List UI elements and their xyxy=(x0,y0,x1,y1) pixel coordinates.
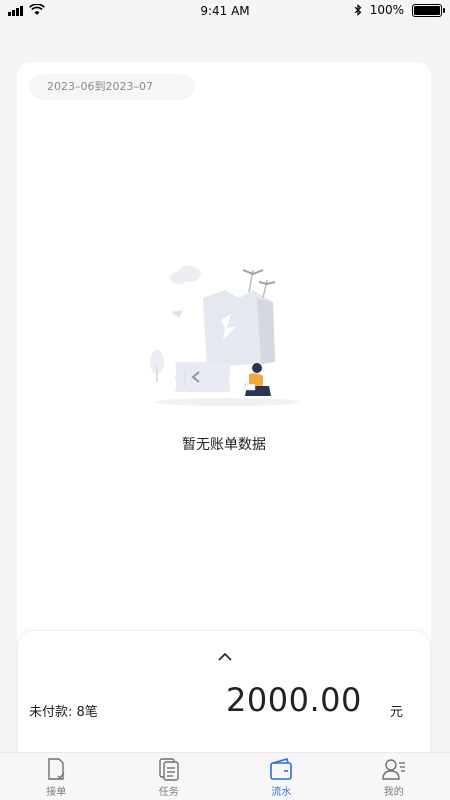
tab-label: 流水 xyxy=(271,787,292,798)
tab-profile[interactable]: 我的 xyxy=(338,753,450,800)
profile-icon xyxy=(382,759,405,780)
tab-bar: 接单 任务 流水 我的 xyxy=(0,752,450,800)
screen: 9:41 AM 100% 2023–06到2023–07 暂无账单数据 未付款:… xyxy=(0,0,450,800)
battery-percent: 100% xyxy=(369,3,404,17)
tab-transactions[interactable]: 流水 xyxy=(225,753,338,800)
document-check-icon xyxy=(48,758,65,780)
tab-label: 任务 xyxy=(158,787,179,798)
wallet-icon xyxy=(270,758,293,780)
bluetooth-icon xyxy=(354,4,362,16)
payment-summary-panel: 未付款: 8笔 2000.00 元 xyxy=(17,630,431,752)
currency-unit: 元 xyxy=(390,705,404,720)
unpaid-count: 未付款: 8笔 xyxy=(29,705,98,720)
date-range-filter[interactable]: 2023–06到2023–07 xyxy=(29,74,195,100)
status-bar: 9:41 AM 100% xyxy=(0,0,450,24)
battery-icon xyxy=(412,3,445,17)
chevron-up-icon[interactable] xyxy=(217,651,233,663)
tab-tasks[interactable]: 任务 xyxy=(113,753,226,800)
status-right: 100% xyxy=(354,3,445,17)
tab-label: 我的 xyxy=(383,787,404,798)
empty-bill-illustration xyxy=(150,266,299,406)
task-list-icon xyxy=(159,758,179,781)
tab-orders[interactable]: 接单 xyxy=(0,753,113,800)
empty-state-message: 暂无账单数据 xyxy=(182,437,266,453)
total-amount: 2000.00 xyxy=(226,681,362,719)
tab-label: 接单 xyxy=(46,787,67,798)
